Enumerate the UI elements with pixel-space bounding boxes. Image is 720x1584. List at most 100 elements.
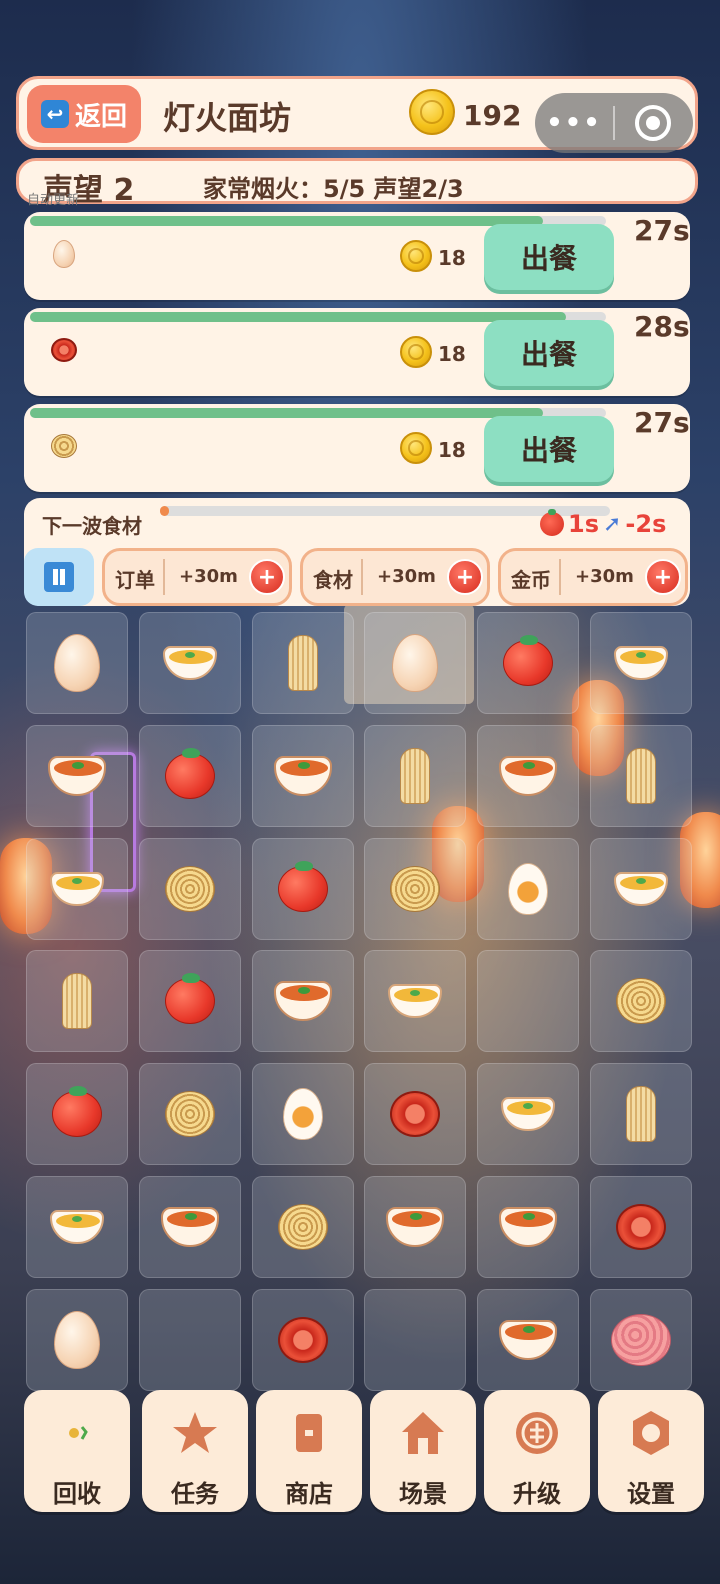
stew-icon[interactable]: [273, 755, 332, 796]
board-cell[interactable]: [26, 950, 128, 1053]
board-cell[interactable]: [26, 724, 128, 827]
serve-button[interactable]: 出餐: [484, 320, 614, 386]
board-cell[interactable]: [26, 1176, 128, 1278]
tomato-slices-icon[interactable]: [277, 1316, 328, 1363]
board-cell[interactable]: [477, 1288, 580, 1391]
noodle-bundle-icon[interactable]: [62, 973, 92, 1030]
board-cell[interactable]: [364, 724, 467, 827]
board-cell[interactable]: [477, 1176, 580, 1278]
meat-icon[interactable]: [611, 1313, 671, 1366]
board-cell[interactable]: [364, 1288, 467, 1391]
tomato-slices-icon[interactable]: [390, 1091, 441, 1138]
board-cell[interactable]: [26, 837, 128, 940]
serve-button[interactable]: 出餐: [484, 224, 614, 290]
stew-icon[interactable]: [386, 1207, 445, 1247]
tomato-icon[interactable]: [164, 747, 215, 799]
stew-icon[interactable]: [499, 1207, 558, 1247]
tomato-icon[interactable]: [503, 635, 554, 686]
nav-settings-button[interactable]: 设置: [598, 1390, 704, 1512]
half-egg-icon[interactable]: [508, 862, 549, 915]
board-cell[interactable]: [251, 1288, 354, 1391]
egg-icon[interactable]: [392, 634, 439, 692]
board-cell[interactable]: [364, 837, 467, 940]
boost-add-button[interactable]: +: [249, 559, 285, 595]
board-cell[interactable]: [364, 950, 467, 1053]
close-mini-program-icon[interactable]: [635, 105, 671, 141]
bowl-icon[interactable]: [50, 871, 104, 906]
board-cell[interactable]: [138, 1063, 241, 1166]
boost-add-button[interactable]: +: [645, 559, 681, 595]
board-cell[interactable]: [364, 612, 467, 714]
board-cell[interactable]: [138, 1176, 241, 1278]
tomato-icon[interactable]: [164, 973, 215, 1025]
bowl-icon[interactable]: [50, 1210, 104, 1244]
board-cell[interactable]: [477, 1063, 580, 1166]
half-egg-icon[interactable]: [282, 1088, 323, 1141]
nav-shop-button[interactable]: 商店: [256, 1390, 362, 1512]
serve-button[interactable]: 出餐: [484, 416, 614, 482]
board-cell[interactable]: [251, 612, 354, 714]
board-cell[interactable]: [138, 950, 241, 1053]
board-cell[interactable]: [590, 724, 692, 827]
board-cell[interactable]: [477, 950, 580, 1053]
more-button[interactable]: •••: [535, 108, 613, 138]
tomato-slices-icon[interactable]: [616, 1204, 666, 1250]
board-cell[interactable]: [251, 837, 354, 940]
board-cell[interactable]: [477, 837, 580, 940]
noodle-bundle-icon[interactable]: [626, 1086, 656, 1143]
nav-upgrade-button[interactable]: 升级: [484, 1390, 590, 1512]
tomato-icon[interactable]: [52, 1086, 102, 1138]
board-cell[interactable]: [138, 1288, 241, 1391]
board-cell[interactable]: [138, 724, 241, 827]
board-cell[interactable]: [138, 612, 241, 714]
bowl-icon[interactable]: [388, 984, 443, 1019]
board-cell[interactable]: [26, 1063, 128, 1166]
boost-divider: [361, 559, 363, 595]
board-cell[interactable]: [590, 1288, 692, 1391]
boost-add-button[interactable]: +: [447, 559, 483, 595]
stew-icon[interactable]: [160, 1207, 219, 1247]
noodle-bundle-icon[interactable]: [400, 747, 431, 804]
board-cell[interactable]: [26, 1288, 128, 1391]
board-cell[interactable]: [251, 950, 354, 1053]
board-cell[interactable]: [251, 1063, 354, 1166]
board-cell[interactable]: [364, 1176, 467, 1278]
board-cell[interactable]: [26, 612, 128, 714]
board-cell[interactable]: [477, 612, 580, 714]
back-button[interactable]: ↩ 返回: [27, 85, 141, 143]
board-cell[interactable]: [251, 724, 354, 827]
board-cell[interactable]: [590, 1176, 692, 1278]
noodle-nest-icon[interactable]: [390, 865, 441, 912]
board-cell[interactable]: [364, 1063, 467, 1166]
bowl-icon[interactable]: [614, 871, 668, 906]
egg-icon[interactable]: [54, 1310, 100, 1369]
tomato-icon[interactable]: [277, 860, 328, 912]
board-cell[interactable]: [477, 724, 580, 827]
board-cell[interactable]: [590, 1063, 692, 1166]
pause-button[interactable]: [24, 548, 94, 606]
board-cell[interactable]: [590, 612, 692, 714]
shop-title: 灯火面坊: [163, 99, 292, 137]
noodle-nest-icon[interactable]: [164, 1091, 215, 1138]
bowl-icon[interactable]: [501, 1097, 556, 1132]
noodle-bundle-icon[interactable]: [287, 635, 318, 691]
nav-recycle-button[interactable]: 回收: [24, 1390, 130, 1512]
board-cell[interactable]: [251, 1176, 354, 1278]
stew-icon[interactable]: [499, 755, 558, 796]
board-cell[interactable]: [138, 837, 241, 940]
next-wave-panel: 下一波食材 1s ➚ -2s 订单 +30m + 食材 +30m + 金币 +3…: [24, 498, 690, 606]
nav-scene-button[interactable]: 场景: [370, 1390, 476, 1512]
bowl-icon[interactable]: [162, 646, 217, 680]
egg-icon[interactable]: [54, 634, 100, 692]
noodle-bundle-icon[interactable]: [626, 747, 656, 804]
noodle-nest-icon[interactable]: [277, 1204, 328, 1250]
bowl-icon[interactable]: [614, 646, 668, 680]
nav-tasks-button[interactable]: 任务: [142, 1390, 248, 1512]
stew-icon[interactable]: [48, 755, 106, 796]
board-cell[interactable]: [590, 950, 692, 1053]
noodle-nest-icon[interactable]: [164, 865, 215, 912]
board-cell[interactable]: [590, 837, 692, 940]
stew-icon[interactable]: [499, 1319, 558, 1360]
noodle-nest-icon[interactable]: [616, 978, 666, 1025]
stew-icon[interactable]: [273, 981, 332, 1022]
